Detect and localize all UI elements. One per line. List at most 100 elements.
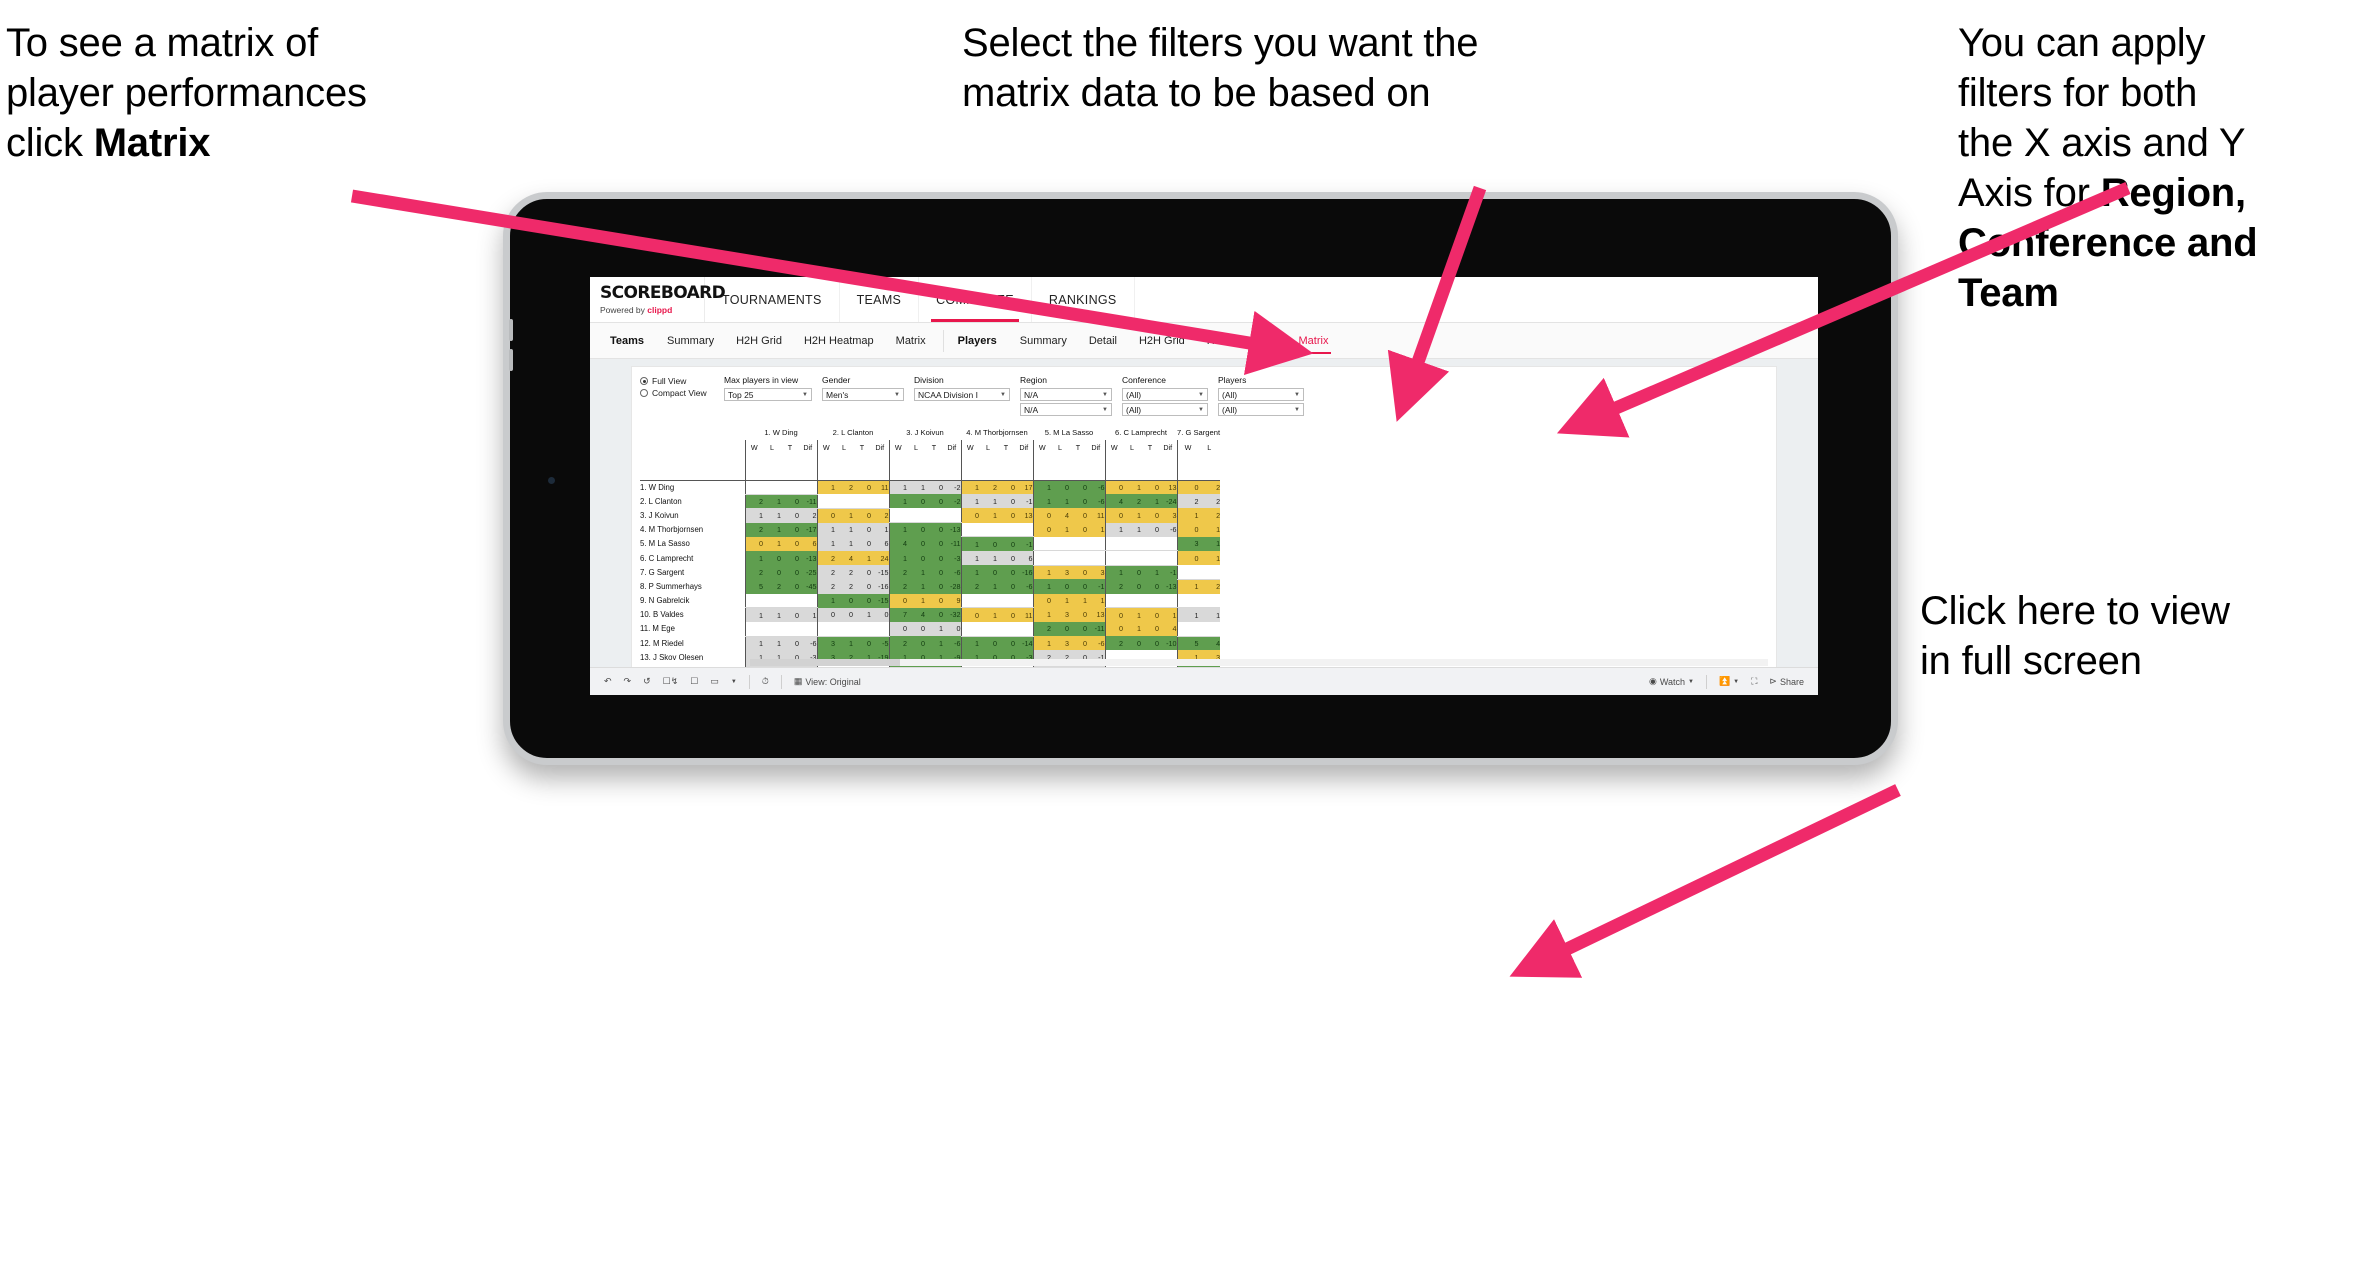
matrix-cell[interactable]: 1: [744, 550, 763, 566]
matrix-cell[interactable]: 0: [1176, 550, 1199, 566]
nav-teams[interactable]: TEAMS: [840, 277, 920, 322]
matrix-cell[interactable]: [1104, 536, 1123, 552]
matrix-cell[interactable]: 1: [1176, 607, 1199, 622]
matrix-cell[interactable]: 0: [1069, 636, 1087, 651]
horizontal-scrollbar[interactable]: [750, 659, 1768, 666]
matrix-cell[interactable]: 0: [853, 536, 871, 551]
matrix-cell[interactable]: 5: [1176, 636, 1199, 651]
matrix-cell[interactable]: 1: [1176, 579, 1199, 594]
matrix-row[interactable]: 10. B Valdes 1 1 0 1 0 0 1 0 7 4 0 -32 0 1 0 11 1 3 0 13 0 1 0 1…: [640, 607, 1221, 622]
matrix-cell[interactable]: 1: [1051, 522, 1069, 537]
matrix-cell[interactable]: 2: [1104, 579, 1123, 594]
matrix-cell[interactable]: 0: [1032, 508, 1051, 523]
matrix-cell[interactable]: 2: [1176, 494, 1199, 509]
matrix-cell[interactable]: 0: [744, 536, 763, 551]
matrix-cell[interactable]: [871, 494, 889, 509]
matrix-cell[interactable]: 0: [1069, 522, 1087, 537]
matrix-cell[interactable]: -13: [1159, 579, 1177, 594]
matrix-cell[interactable]: 1: [907, 579, 925, 594]
matrix-cell[interactable]: 1: [960, 550, 979, 566]
dropdown-conference-x[interactable]: (All) ▼: [1122, 388, 1208, 401]
redo-icon[interactable]: ↷: [624, 676, 632, 687]
refresh-data-icon[interactable]: ☐↯: [663, 676, 679, 687]
matrix-cell[interactable]: 1: [888, 550, 907, 566]
matrix-cell[interactable]: 1: [816, 480, 835, 495]
matrix-cell[interactable]: -6: [943, 636, 961, 651]
matrix-cell[interactable]: 0: [816, 508, 835, 523]
matrix-cell[interactable]: 2: [1198, 579, 1221, 594]
matrix-cell[interactable]: 1: [1123, 480, 1141, 495]
matrix-cell[interactable]: 1: [871, 522, 889, 537]
matrix-cell[interactable]: 1: [763, 508, 781, 523]
matrix-cell[interactable]: 1: [1032, 607, 1051, 622]
matrix-cell[interactable]: 2: [1032, 621, 1051, 637]
matrix-cell[interactable]: 1: [1069, 593, 1087, 608]
matrix-cell[interactable]: 0: [997, 536, 1015, 551]
matrix-cell[interactable]: 2: [835, 565, 853, 580]
matrix-cell[interactable]: 13: [1159, 480, 1177, 495]
matrix-row[interactable]: 11. M Ege 0 0 1 0 2 0 0 -11 0 1 0 4: [640, 621, 1221, 637]
matrix-cell[interactable]: 1: [853, 550, 871, 566]
matrix-cell[interactable]: 1: [816, 593, 835, 608]
matrix-cell[interactable]: 5: [744, 579, 763, 594]
matrix-cell[interactable]: [997, 522, 1015, 538]
matrix-cell[interactable]: 0: [853, 593, 871, 608]
matrix-cell[interactable]: -32: [943, 607, 961, 622]
matrix-cell[interactable]: [1159, 593, 1177, 609]
matrix-cell[interactable]: 0: [1069, 621, 1087, 637]
matrix-cell[interactable]: 0: [1104, 508, 1123, 523]
matrix-cell[interactable]: 2: [816, 565, 835, 580]
matrix-cell[interactable]: -10: [1159, 636, 1177, 651]
matrix-cell[interactable]: 0: [979, 536, 997, 551]
matrix-cell[interactable]: 0: [1051, 480, 1069, 495]
matrix-cell[interactable]: 0: [997, 607, 1015, 622]
matrix-cell[interactable]: 1: [979, 494, 997, 509]
matrix-cell[interactable]: 9: [943, 593, 961, 608]
matrix-cell[interactable]: 0: [1123, 579, 1141, 594]
matrix-cell[interactable]: 4: [1104, 494, 1123, 509]
matrix-cell[interactable]: 1: [1198, 550, 1221, 566]
matrix-cell[interactable]: -28: [943, 579, 961, 594]
matrix-cell[interactable]: 1: [1123, 607, 1141, 622]
matrix-cell[interactable]: [835, 621, 853, 637]
matrix-cell[interactable]: [871, 621, 889, 637]
matrix-cell[interactable]: [997, 621, 1015, 637]
matrix-cell[interactable]: [781, 593, 799, 609]
matrix-row-header[interactable]: 10. B Valdes: [640, 608, 745, 622]
matrix-cell[interactable]: -3: [943, 550, 961, 566]
matrix-cell[interactable]: 0: [1051, 621, 1069, 637]
matrix-cell[interactable]: 0: [871, 607, 889, 622]
matrix-column-header[interactable]: 7. G Sargent: [1177, 424, 1220, 440]
matrix-row[interactable]: 1. W Ding 1 2 0 11 1 1 0 -2 1 2 0 17 1 0 0 -6 0 1 0 13 0 2: [640, 480, 1221, 495]
matrix-cell[interactable]: 2: [744, 565, 763, 580]
matrix-cell[interactable]: -1: [1015, 494, 1033, 509]
matrix-cell[interactable]: 4: [907, 607, 925, 622]
matrix-cell[interactable]: 1: [835, 636, 853, 651]
matrix-cell[interactable]: [1104, 593, 1123, 609]
matrix-cell[interactable]: 13: [1015, 508, 1033, 523]
matrix-cell[interactable]: 1: [1032, 480, 1051, 495]
matrix-cell[interactable]: 0: [997, 494, 1015, 509]
matrix-cell[interactable]: 1: [907, 565, 925, 580]
tab-teams-matrix[interactable]: Matrix: [885, 323, 937, 358]
matrix-cell[interactable]: 3: [1087, 565, 1105, 580]
matrix-cell[interactable]: [907, 508, 925, 524]
matrix-cell[interactable]: 0: [925, 522, 943, 537]
matrix-cell[interactable]: 0: [853, 579, 871, 594]
matrix-cell[interactable]: 1: [853, 607, 871, 622]
matrix-cell[interactable]: -2: [943, 494, 961, 509]
matrix-cell[interactable]: 17: [1015, 480, 1033, 495]
dropdown-conference-y[interactable]: (All) ▼: [1122, 403, 1208, 416]
matrix-row-header[interactable]: 4. M Thorbjornsen: [640, 523, 745, 537]
matrix-row-header[interactable]: 2. L Clanton: [640, 494, 745, 508]
matrix-cell[interactable]: [1159, 536, 1177, 552]
matrix-cell[interactable]: 1: [960, 536, 979, 551]
matrix-row-header[interactable]: 11. M Ege: [640, 622, 745, 636]
nav-tournaments[interactable]: TOURNAMENTS: [705, 277, 840, 322]
tab-teams-h2h-heatmap[interactable]: H2H Heatmap: [793, 323, 885, 358]
matrix-row-header[interactable]: 7. G Sargent: [640, 565, 745, 579]
matrix-cell[interactable]: 0: [1069, 565, 1087, 580]
matrix-cell[interactable]: 1: [888, 494, 907, 509]
matrix-cell[interactable]: 0: [1032, 593, 1051, 608]
matrix-cell[interactable]: 1: [1087, 593, 1105, 608]
